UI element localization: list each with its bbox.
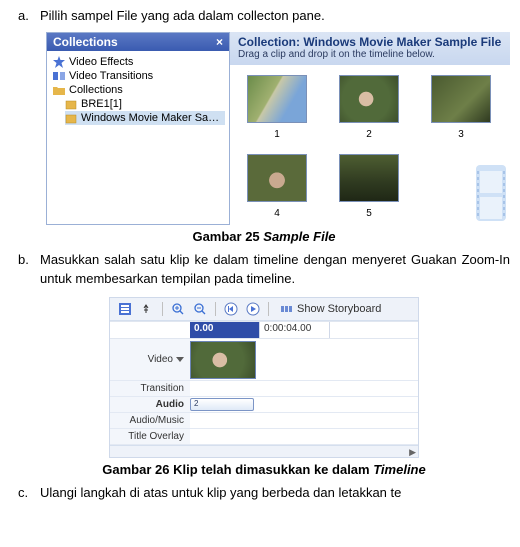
- narration-icon[interactable]: [140, 302, 154, 316]
- track-title-overlay: Title Overlay: [110, 429, 418, 445]
- tree-item-bre1[interactable]: BRE1[1]: [65, 97, 225, 111]
- close-icon[interactable]: ×: [216, 35, 223, 49]
- show-storyboard-button[interactable]: Show Storyboard: [277, 302, 385, 316]
- clip-thumbnail: [431, 75, 491, 123]
- timeline-tracks: Video Transition Audio 2 Audio/Music: [110, 339, 418, 445]
- clips-title: Collection: Windows Movie Maker Sample F…: [238, 35, 502, 49]
- clip-label: 4: [274, 208, 280, 219]
- collections-tree: Video Effects Video Transitions Collecti…: [47, 51, 229, 131]
- clips-pane: Collection: Windows Movie Maker Sample F…: [230, 32, 510, 225]
- timeline-scrollbar[interactable]: ▶: [110, 445, 418, 457]
- clip-item-1[interactable]: 1: [246, 75, 308, 140]
- figure-25: Collections × Video Effects Video Transi…: [46, 32, 510, 225]
- track-label-title: Title Overlay: [110, 429, 190, 444]
- star-icon: [53, 56, 65, 68]
- track-label-audiomusic: Audio/Music: [110, 413, 190, 428]
- clip-item-4[interactable]: 4: [246, 154, 308, 219]
- track-transition: Transition: [110, 381, 418, 397]
- collections-title: Collections: [53, 35, 118, 49]
- clip-item-5[interactable]: 5: [338, 154, 400, 219]
- track-label-audio: Audio: [110, 397, 190, 412]
- list-letter: a.: [18, 6, 40, 26]
- folder-icon: [53, 84, 65, 96]
- list-letter: c.: [18, 483, 40, 503]
- bin-icon: [65, 98, 77, 110]
- track-audio: Audio 2: [110, 397, 418, 413]
- track-label-transition: Transition: [110, 381, 190, 396]
- tree-label: Windows Movie Maker Sample File: [81, 112, 225, 124]
- caption-italic: Timeline: [373, 462, 426, 477]
- tree-item-video-transitions[interactable]: Video Transitions: [53, 69, 225, 83]
- clip-label: 5: [366, 208, 372, 219]
- tree-label: BRE1[1]: [81, 98, 122, 110]
- zoom-in-icon[interactable]: [171, 302, 185, 316]
- track-video: Video: [110, 339, 418, 381]
- expand-icon[interactable]: [176, 357, 184, 362]
- bin-icon: [65, 112, 77, 124]
- zoom-out-icon[interactable]: [193, 302, 207, 316]
- clip-thumbnail: [247, 75, 307, 123]
- list-text: Masukkan salah satu klip ke dalam timeli…: [40, 250, 510, 289]
- list-text: Pillih sampel File yang ada dalam collec…: [40, 6, 510, 26]
- storyboard-icon: [281, 303, 293, 315]
- clip-item-2[interactable]: 2: [338, 75, 400, 140]
- list-item-b: b. Masukkan salah satu klip ke dalam tim…: [18, 250, 510, 289]
- clip-label: 3: [458, 129, 464, 140]
- clip-label: 2: [366, 129, 372, 140]
- timeline-ruler[interactable]: 0.00 0:00:04.00: [190, 322, 418, 338]
- time-marker-0: 0.00: [190, 322, 260, 338]
- clip-thumbnail: [247, 154, 307, 202]
- timeline-label-col: [110, 322, 190, 338]
- rewind-icon[interactable]: [224, 302, 238, 316]
- tree-label: Video Effects: [69, 56, 133, 68]
- toolbar-separator: [162, 302, 163, 316]
- collections-pane: Collections × Video Effects Video Transi…: [46, 32, 230, 225]
- tree-item-sample-file[interactable]: Windows Movie Maker Sample File: [65, 111, 225, 125]
- tree-label: Video Transitions: [69, 70, 153, 82]
- list-letter: b.: [18, 250, 40, 289]
- timeline-area: 0.00 0:00:04.00: [110, 321, 418, 339]
- clip-thumbnail: [339, 75, 399, 123]
- timeline-toolbar: Show Storyboard: [110, 298, 418, 321]
- audiomusic-track[interactable]: [190, 413, 418, 428]
- clips-header: Collection: Windows Movie Maker Sample F…: [230, 32, 510, 65]
- figure-25-caption: Gambar 25 Sample File: [18, 229, 510, 244]
- list-item-c: c. Ulangi langkah di atas untuk klip yan…: [18, 483, 510, 503]
- clip-thumbnail: [339, 154, 399, 202]
- figure-26-caption: Gambar 26 Klip telah dimasukkan ke dalam…: [18, 462, 510, 477]
- tree-label: Collections: [69, 84, 123, 96]
- audio-track[interactable]: 2: [190, 397, 418, 412]
- figure-26: Show Storyboard 0.00 0:00:04.00 Video: [109, 297, 419, 458]
- clips-subtitle: Drag a clip and drop it on the timeline …: [238, 49, 502, 60]
- track-audiomusic: Audio/Music: [110, 413, 418, 429]
- toolbar-separator: [268, 302, 269, 316]
- caption-prefix: Gambar 25: [192, 229, 263, 244]
- track-label-video: Video: [110, 339, 190, 380]
- transition-icon: [53, 70, 65, 82]
- clip-label: 1: [274, 129, 280, 140]
- thumb-grid: 1 2 3 4 5: [230, 65, 510, 225]
- caption-italic: Sample File: [263, 229, 335, 244]
- transition-track[interactable]: [190, 381, 418, 396]
- storyboard-label: Show Storyboard: [297, 303, 381, 315]
- tree-item-collections-root[interactable]: Collections: [53, 83, 225, 97]
- scroll-right-icon: ▶: [409, 447, 416, 458]
- audio-clip[interactable]: 2: [190, 398, 254, 411]
- collections-header: Collections ×: [47, 33, 229, 51]
- video-clip[interactable]: [190, 341, 256, 379]
- toolbar-separator: [215, 302, 216, 316]
- play-icon[interactable]: [246, 302, 260, 316]
- time-marker-1: 0:00:04.00: [260, 322, 330, 338]
- video-track[interactable]: [190, 339, 418, 380]
- list-item-a: a. Pillih sampel File yang ada dalam col…: [18, 6, 510, 26]
- tree-item-video-effects[interactable]: Video Effects: [53, 55, 225, 69]
- list-text: Ulangi langkah di atas untuk klip yang b…: [40, 483, 510, 503]
- film-strip-icon: [472, 125, 510, 225]
- title-track[interactable]: [190, 429, 418, 444]
- timeline-icon[interactable]: [118, 302, 132, 316]
- caption-prefix: Gambar 26 Klip telah dimasukkan ke dalam: [102, 462, 373, 477]
